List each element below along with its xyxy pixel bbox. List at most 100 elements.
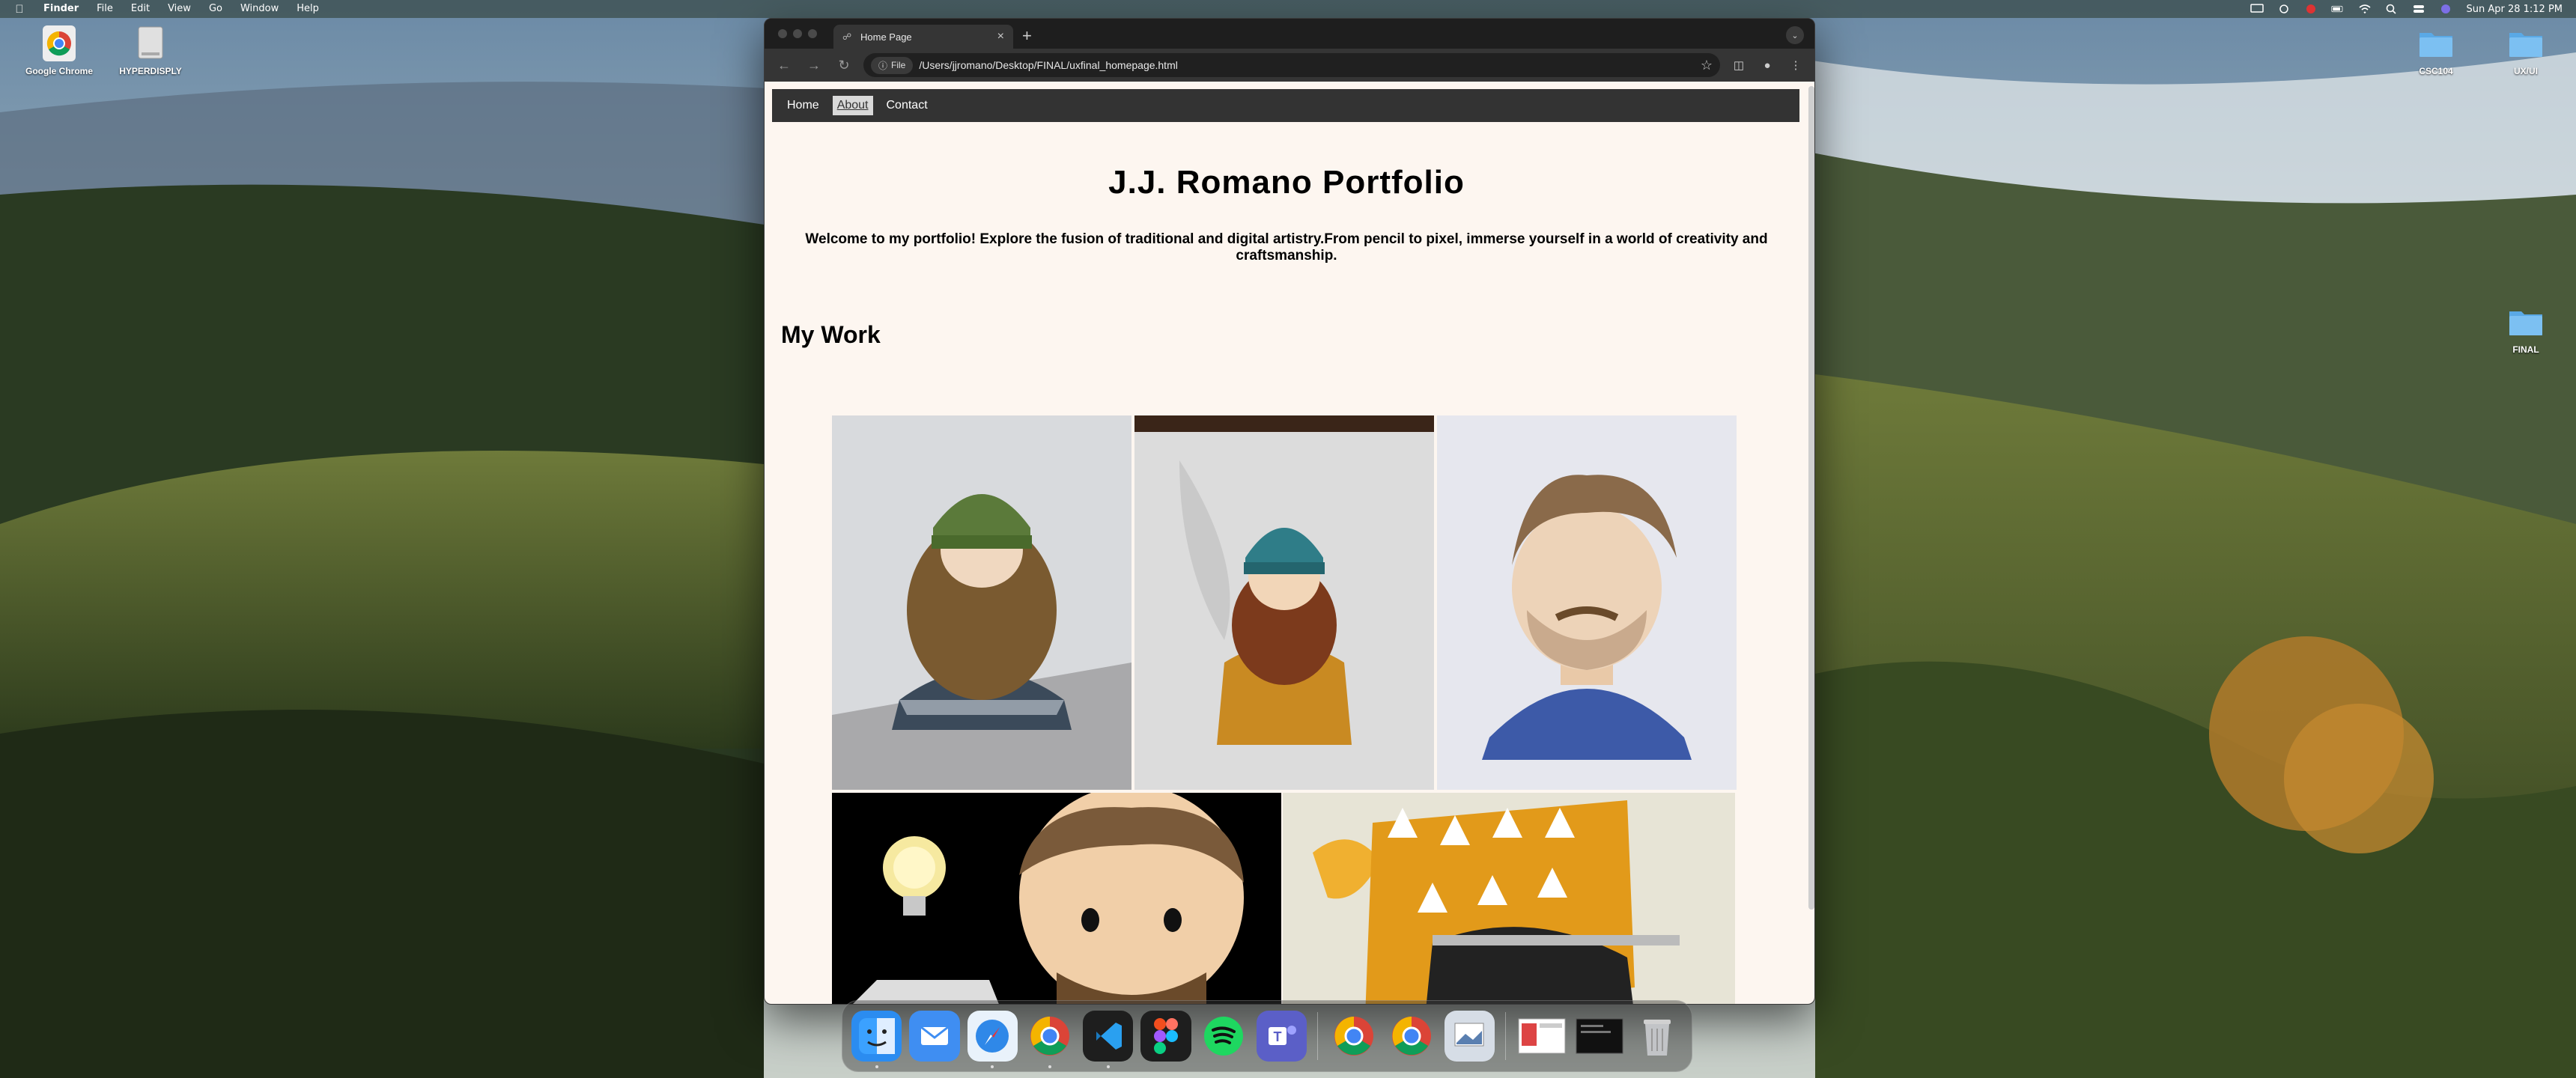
tab-bar: ☍ Home Page × + ⌄: [765, 19, 1814, 49]
folder-icon: [2509, 33, 2542, 57]
gallery-image-5[interactable]: [1283, 793, 1735, 1004]
gallery-image-4[interactable]: [832, 793, 1281, 1004]
menu-edit[interactable]: Edit: [122, 0, 159, 18]
finder-icon: [858, 1018, 895, 1054]
search-icon[interactable]: [2385, 4, 2399, 14]
site-navbar: Home About Contact: [772, 89, 1799, 122]
vscode-icon: [1096, 1023, 1122, 1050]
dock-chrome[interactable]: [1025, 1011, 1075, 1068]
new-tab-button[interactable]: +: [1022, 26, 1032, 46]
nav-contact[interactable]: Contact: [882, 96, 932, 115]
figma-icon: [1154, 1018, 1179, 1054]
more-menu-icon[interactable]: ⋮: [1786, 55, 1805, 75]
browser-window: ☍ Home Page × + ⌄ ← → ↻ ⓘ File /Users/jj…: [764, 18, 1815, 1005]
gallery-image-1[interactable]: [832, 415, 1131, 790]
dock-window-1[interactable]: [1516, 1011, 1567, 1062]
dock-vscode[interactable]: [1083, 1011, 1134, 1068]
nav-home[interactable]: Home: [783, 96, 824, 115]
reload-icon[interactable]: ↻: [833, 55, 854, 76]
tab-home-page[interactable]: ☍ Home Page ×: [833, 25, 1013, 49]
window-thumbnail-icon: [1576, 1018, 1623, 1054]
desktop-icon-label: Google Chrome: [25, 66, 93, 76]
window-thumbnail-icon: [1518, 1018, 1566, 1054]
gallery-image-3[interactable]: [1437, 415, 1737, 790]
menu-bar:  Finder File Edit View Go Window Help S…: [0, 0, 2576, 18]
desktop-icon-label: CSC104: [2419, 66, 2453, 76]
site-info-chip[interactable]: ⓘ File: [871, 56, 914, 74]
profile-icon[interactable]: ●: [1758, 55, 1777, 75]
dock-chrome-3[interactable]: [1387, 1011, 1437, 1062]
battery-icon[interactable]: [2331, 4, 2345, 14]
wifi-icon[interactable]: [2358, 4, 2372, 14]
dock-safari[interactable]: [967, 1011, 1018, 1068]
teams-icon: T: [1268, 1026, 1296, 1045]
chrome-icon: [43, 25, 76, 61]
record-icon[interactable]: [2304, 4, 2318, 14]
folder-icon: [2509, 311, 2542, 335]
page-scrollbar[interactable]: [1808, 86, 1814, 910]
dock-figma[interactable]: [1140, 1011, 1191, 1062]
menu-clock[interactable]: Sun Apr 28 1:12 PM: [2466, 4, 2563, 15]
url-text[interactable]: /Users/jjromano/Desktop/FINAL/uxfinal_ho…: [919, 59, 1695, 71]
control-center-icon[interactable]: [2412, 4, 2425, 14]
site-info-label: File: [891, 60, 906, 70]
section-heading: My Work: [781, 321, 881, 348]
menu-go[interactable]: Go: [200, 0, 231, 18]
close-window-button[interactable]: [778, 29, 787, 38]
gallery-image-2[interactable]: [1134, 415, 1434, 790]
nav-about[interactable]: About: [832, 96, 873, 115]
browser-toolbar: ← → ↻ ⓘ File /Users/jjromano/Desktop/FIN…: [765, 49, 1814, 82]
info-icon: ⓘ: [878, 60, 888, 71]
running-indicator: [875, 1065, 878, 1068]
mail-icon: [920, 1026, 949, 1045]
dock-finder[interactable]: [851, 1011, 902, 1068]
dock-trash[interactable]: [1632, 1011, 1683, 1062]
display-icon[interactable]: [2250, 4, 2264, 14]
dock-spotify[interactable]: [1199, 1011, 1249, 1062]
dock-separator: [1317, 1012, 1319, 1060]
page-viewport[interactable]: Home About Contact J.J. Romano Portfolio…: [765, 82, 1814, 1004]
apple-menu-icon[interactable]: : [13, 3, 25, 16]
dock-teams[interactable]: T: [1256, 1011, 1307, 1062]
chrome-icon: [1334, 1017, 1373, 1056]
trash-icon: [1644, 1020, 1671, 1056]
window-controls: [778, 29, 817, 38]
desktop-icon-final[interactable]: FINAL: [2470, 302, 2576, 355]
zoom-window-button[interactable]: [808, 29, 817, 38]
menu-help[interactable]: Help: [288, 0, 328, 18]
menu-view[interactable]: View: [159, 0, 200, 18]
side-panel-icon[interactable]: ◫: [1729, 55, 1749, 75]
tab-search-icon[interactable]: ⌄: [1786, 26, 1804, 44]
desktop-icon-label: UX/UI: [2513, 66, 2538, 76]
dock: T: [842, 1000, 1692, 1072]
menu-file[interactable]: File: [88, 0, 122, 18]
dock-window-2[interactable]: [1574, 1011, 1624, 1062]
desktop-icon-label: HYPERDISPLY: [119, 66, 182, 76]
dock-mail[interactable]: [909, 1011, 960, 1062]
control-icon[interactable]: [2277, 4, 2291, 14]
minimize-window-button[interactable]: [793, 29, 802, 38]
siri-icon[interactable]: [2439, 4, 2452, 14]
close-tab-icon[interactable]: ×: [997, 30, 1004, 43]
dock-preview[interactable]: [1444, 1011, 1495, 1062]
spotify-icon: [1204, 1017, 1244, 1056]
safari-icon: [976, 1020, 1009, 1053]
menu-window[interactable]: Window: [231, 0, 288, 18]
globe-icon: ☍: [842, 31, 852, 42]
desktop-icon-uxui[interactable]: UX/UI: [2470, 24, 2576, 76]
dock-chrome-2[interactable]: [1328, 1011, 1379, 1062]
menu-app-name[interactable]: Finder: [34, 0, 88, 18]
forward-arrow-icon[interactable]: →: [804, 55, 824, 76]
preview-icon: [1454, 1023, 1484, 1047]
back-arrow-icon[interactable]: ←: [774, 55, 795, 76]
running-indicator: [1048, 1065, 1052, 1068]
dock-separator: [1505, 1012, 1507, 1060]
address-bar[interactable]: ⓘ File /Users/jjromano/Desktop/FINAL/uxf…: [863, 53, 1720, 77]
desktop-icon-label: FINAL: [2512, 344, 2539, 355]
bookmark-star-icon[interactable]: ☆: [1701, 58, 1713, 73]
desktop-icon-drive[interactable]: HYPERDISPLY: [94, 24, 207, 76]
chrome-icon: [1030, 1017, 1070, 1056]
svg-text:T: T: [1273, 1029, 1281, 1044]
chrome-icon: [1392, 1017, 1432, 1056]
folder-icon: [2419, 33, 2452, 57]
